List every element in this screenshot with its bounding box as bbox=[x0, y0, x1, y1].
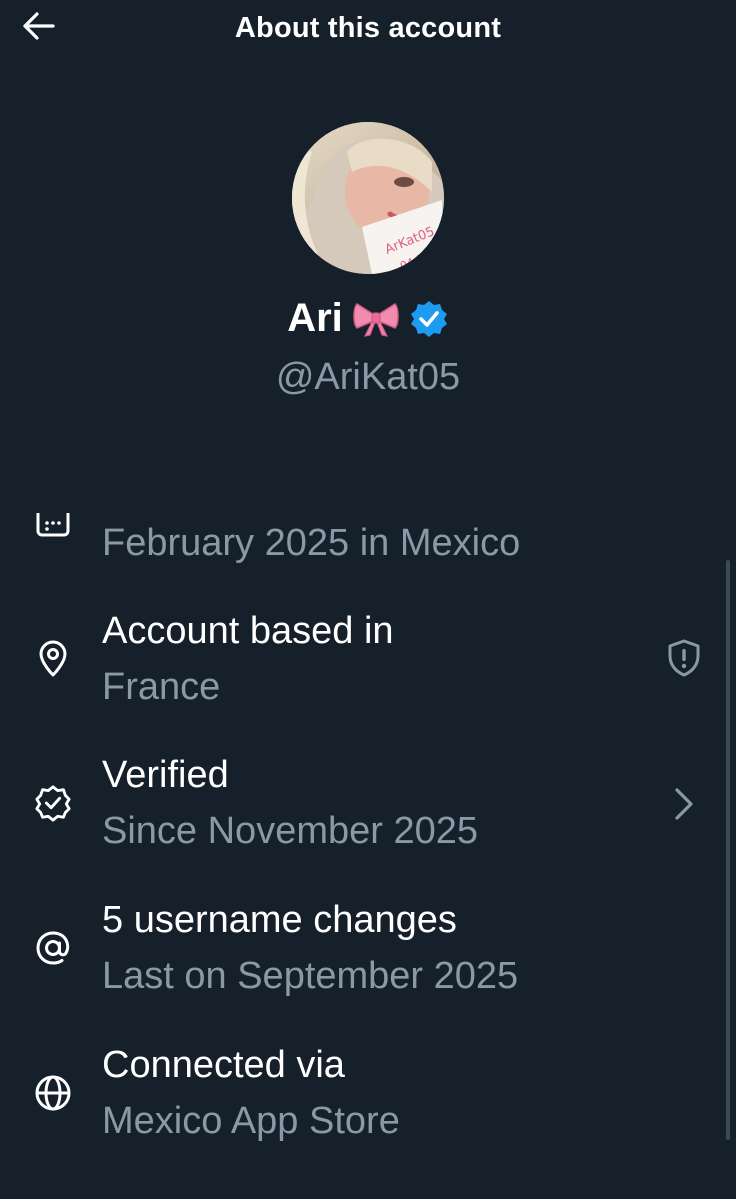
info-row-date-joined: February 2025 in Mexico bbox=[0, 500, 736, 580]
chevron-right-icon[interactable] bbox=[662, 782, 706, 826]
row-subtitle: Since November 2025 bbox=[102, 810, 478, 852]
globe-icon bbox=[32, 1072, 74, 1114]
row-subtitle: Mexico App Store bbox=[102, 1100, 400, 1142]
page-title: About this account bbox=[234, 11, 502, 44]
row-subtitle: February 2025 in Mexico bbox=[102, 522, 521, 564]
row-subtitle: Last on September 2025 bbox=[102, 955, 519, 997]
display-name-row: Ari bbox=[0, 296, 736, 341]
location-pin-icon bbox=[32, 638, 74, 680]
arrow-left-icon bbox=[23, 12, 55, 40]
row-title: Account based in bbox=[102, 610, 394, 652]
verified-badge-icon[interactable] bbox=[409, 299, 449, 339]
bow-emoji-icon bbox=[353, 302, 399, 337]
display-name: Ari bbox=[287, 296, 343, 340]
scrollbar[interactable] bbox=[726, 560, 730, 1140]
top-bar: About this account bbox=[0, 0, 736, 54]
username-handle: @AriKat05 bbox=[275, 356, 461, 398]
profile-photo: ArKat05 04.17 bbox=[292, 122, 444, 274]
back-button[interactable] bbox=[18, 6, 58, 46]
info-row-connected-via[interactable]: Connected via Mexico App Store bbox=[0, 1042, 736, 1152]
at-sign-icon bbox=[32, 927, 74, 969]
row-title: Verified bbox=[102, 754, 229, 796]
calendar-icon bbox=[32, 504, 74, 546]
info-row-username-changes[interactable]: 5 username changes Last on September 202… bbox=[0, 897, 736, 1007]
info-row-verified[interactable]: Verified Since November 2025 bbox=[0, 752, 736, 862]
shield-alert-icon[interactable] bbox=[662, 636, 706, 680]
row-subtitle: France bbox=[102, 666, 221, 708]
row-title: Connected via bbox=[102, 1044, 345, 1086]
info-row-account-based-in[interactable]: Account based in France bbox=[0, 608, 736, 718]
verified-outline-icon bbox=[32, 782, 74, 824]
row-title: 5 username changes bbox=[102, 899, 457, 941]
avatar[interactable]: ArKat05 04.17 bbox=[292, 122, 444, 274]
about-account-screen: About this account ArKat05 04.17 Ari @Ar… bbox=[0, 0, 736, 1199]
